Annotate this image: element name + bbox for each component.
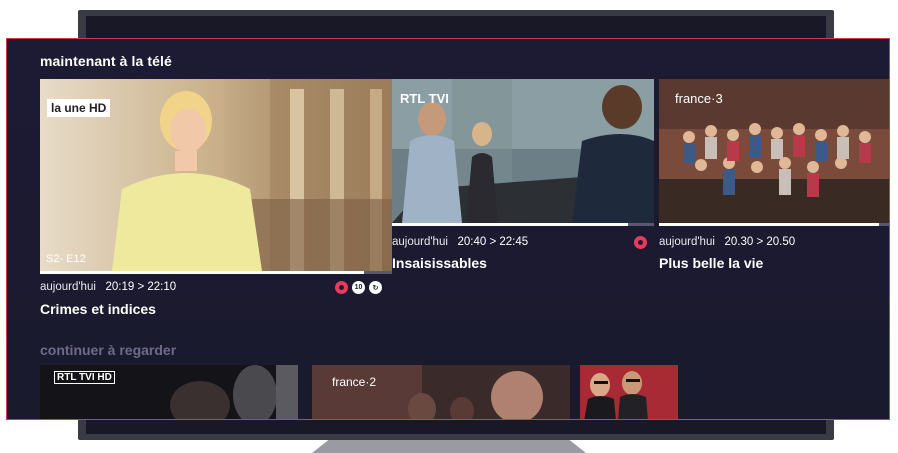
progress-bar: [40, 271, 392, 274]
program-day: aujourd'hui: [392, 236, 448, 248]
section-title-continue: continuer à regarder: [40, 342, 177, 358]
channel-logo: la une HD: [47, 99, 111, 117]
program-title: Plus belle la vie: [659, 255, 764, 271]
program-title: Insaisissables: [392, 255, 487, 271]
tv-stand: [312, 440, 586, 453]
channel-logo: RTL TVI HD: [54, 371, 115, 384]
channel-logo: RTL TVI: [400, 91, 449, 106]
channel-logo-text: RTL TVI HD: [57, 372, 112, 383]
program-card[interactable]: RTL TVI aujourd'hui 20:40 > 22:45 Insais…: [392, 79, 654, 279]
age-10-icon: 10: [352, 281, 365, 294]
continue-item[interactable]: [580, 365, 678, 419]
continue-item[interactable]: RTL TVI HD: [40, 365, 298, 419]
program-hours: 20.30 > 20.50: [724, 236, 796, 248]
program-thumbnail: france·3: [659, 79, 889, 223]
program-hours: 20:40 > 22:45: [457, 236, 529, 248]
home-panel: maintenant à la télé la une HD S2- E12 a…: [6, 38, 890, 420]
continue-image: [312, 365, 570, 419]
age-rating: 10: [354, 284, 363, 291]
continue-item[interactable]: france·2: [312, 365, 570, 419]
record-icon: [335, 281, 348, 294]
program-thumbnail: la une HD S2- E12: [40, 79, 392, 271]
program-time: aujourd'hui 20.30 > 20.50: [659, 236, 795, 248]
episode-label: S2- E12: [46, 253, 86, 265]
replay-icon: ↻: [369, 281, 382, 294]
program-time: aujourd'hui 20:40 > 22:45: [392, 236, 528, 248]
program-card[interactable]: la une HD S2- E12 aujourd'hui 20:19 > 22…: [40, 79, 392, 324]
program-day: aujourd'hui: [659, 236, 715, 248]
channel-logo-text: france·2: [332, 375, 377, 389]
program-day: aujourd'hui: [40, 281, 96, 293]
badge-row: 10 ↻: [335, 281, 382, 294]
program-thumbnail: RTL TVI: [392, 79, 654, 223]
program-time: aujourd'hui 20:19 > 22:10: [40, 281, 176, 293]
channel-logo: france·2: [332, 375, 376, 389]
badge-row: [634, 236, 647, 249]
program-hours: 20:19 > 22:10: [105, 281, 177, 293]
program-title: Crimes et indices: [40, 301, 156, 317]
channel-logo: france·3: [675, 91, 723, 106]
section-title-now: maintenant à la télé: [40, 53, 172, 69]
channel-logo-text: la une HD: [51, 101, 107, 115]
program-card[interactable]: france·3 aujourd'hui 20.30 > 20.50 Plus …: [659, 79, 889, 279]
progress-bar: [659, 223, 889, 226]
channel-logo-text: RTL TVI: [400, 91, 449, 106]
continue-image: [580, 365, 678, 419]
record-icon: [634, 236, 647, 249]
progress-bar: [392, 223, 654, 226]
channel-logo-text: france·3: [675, 91, 723, 106]
